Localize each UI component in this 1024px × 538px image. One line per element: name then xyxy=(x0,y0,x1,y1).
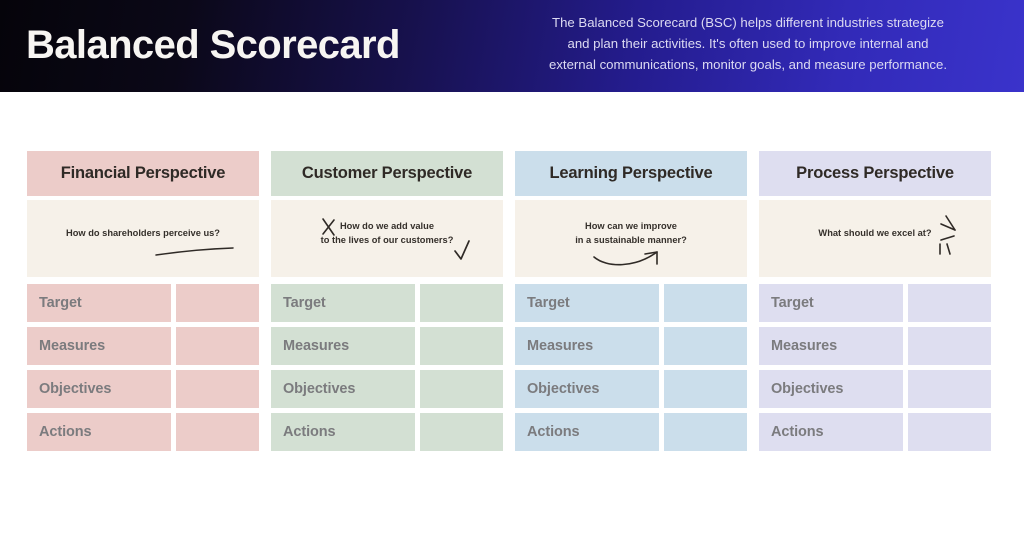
row-input-actions[interactable] xyxy=(664,413,747,451)
table-row: Target xyxy=(759,284,991,322)
table-row: Target xyxy=(515,284,747,322)
perspective-column-customer: Customer Perspective How do we add value… xyxy=(271,151,503,451)
row-label-target: Target xyxy=(271,284,415,322)
row-label-measures: Measures xyxy=(27,327,171,365)
table-row: Actions xyxy=(27,413,259,451)
row-label-measures: Measures xyxy=(515,327,659,365)
perspective-column-financial: Financial Perspective How do shareholder… xyxy=(27,151,259,451)
underline-stroke-icon xyxy=(155,247,234,256)
question-line-1: How can we improve xyxy=(585,221,677,231)
question-cell-process: What should we excel at? xyxy=(759,200,991,277)
question-line-1: What should we excel at? xyxy=(818,227,932,238)
question-text-financial: How do shareholders perceive us? xyxy=(52,227,234,241)
row-label-objectives: Objectives xyxy=(759,370,903,408)
row-label-objectives: Objectives xyxy=(27,370,171,408)
question-cell-customer: How do we add value to the lives of our … xyxy=(271,200,503,277)
row-input-objectives[interactable] xyxy=(664,370,747,408)
row-input-measures[interactable] xyxy=(420,327,503,365)
row-input-target[interactable] xyxy=(420,284,503,322)
row-input-objectives[interactable] xyxy=(176,370,259,408)
perspective-column-learning: Learning Perspective How can we improve … xyxy=(515,151,747,451)
row-stack-learning: Target Measures Objectives Actions xyxy=(515,284,747,451)
slide-canvas: Balanced Scorecard The Balanced Scorecar… xyxy=(0,0,1024,538)
row-stack-process: Target Measures Objectives Actions xyxy=(759,284,991,451)
table-row: Actions xyxy=(271,413,503,451)
row-input-target[interactable] xyxy=(908,284,991,322)
row-input-objectives[interactable] xyxy=(908,370,991,408)
row-label-target: Target xyxy=(27,284,171,322)
description-line-3: external communications, monitor goals, … xyxy=(548,57,947,72)
row-label-actions: Actions xyxy=(759,413,903,451)
table-row: Objectives xyxy=(759,370,991,408)
row-label-target: Target xyxy=(515,284,659,322)
scorecard-grid: Financial Perspective How do shareholder… xyxy=(27,151,997,451)
question-line-1: How do shareholders perceive us? xyxy=(66,227,220,238)
row-input-actions[interactable] xyxy=(420,413,503,451)
question-text-learning: How can we improve in a sustainable mann… xyxy=(561,220,701,247)
row-input-target[interactable] xyxy=(176,284,259,322)
row-label-measures: Measures xyxy=(271,327,415,365)
question-line-2: in a sustainable manner? xyxy=(575,234,687,245)
row-input-measures[interactable] xyxy=(176,327,259,365)
question-line-1: How do we add value xyxy=(339,221,434,231)
table-row: Target xyxy=(27,284,259,322)
title-banner: Balanced Scorecard The Balanced Scorecar… xyxy=(0,0,1024,92)
table-row: Objectives xyxy=(515,370,747,408)
question-text-customer: How do we add value to the lives of our … xyxy=(307,220,468,247)
column-header-process: Process Perspective xyxy=(759,151,991,196)
row-input-objectives[interactable] xyxy=(420,370,503,408)
question-cell-financial: How do shareholders perceive us? xyxy=(27,200,259,277)
row-label-target: Target xyxy=(759,284,903,322)
description-line-2: and plan their activities. It's often us… xyxy=(567,36,929,51)
table-row: Measures xyxy=(27,327,259,365)
column-header-learning: Learning Perspective xyxy=(515,151,747,196)
question-cell-learning: How can we improve in a sustainable mann… xyxy=(515,200,747,277)
page-title: Balanced Scorecard xyxy=(26,23,400,67)
description-line-1: The Balanced Scorecard (BSC) helps diffe… xyxy=(552,15,944,30)
table-row: Actions xyxy=(515,413,747,451)
row-input-measures[interactable] xyxy=(908,327,991,365)
row-input-target[interactable] xyxy=(664,284,747,322)
column-header-financial: Financial Perspective xyxy=(27,151,259,196)
table-row: Actions xyxy=(759,413,991,451)
table-row: Measures xyxy=(271,327,503,365)
question-line-2: to the lives of our customers? xyxy=(320,234,454,245)
table-row: Objectives xyxy=(271,370,503,408)
row-label-actions: Actions xyxy=(271,413,415,451)
row-label-actions: Actions xyxy=(27,413,171,451)
banner-description: The Balanced Scorecard (BSC) helps diffe… xyxy=(498,12,998,75)
table-row: Objectives xyxy=(27,370,259,408)
column-header-customer: Customer Perspective xyxy=(271,151,503,196)
row-label-objectives: Objectives xyxy=(515,370,659,408)
table-row: Measures xyxy=(759,327,991,365)
curved-arrow-icon xyxy=(593,251,658,266)
row-label-actions: Actions xyxy=(515,413,659,451)
row-stack-customer: Target Measures Objectives Actions xyxy=(271,284,503,451)
row-label-measures: Measures xyxy=(759,327,903,365)
row-input-actions[interactable] xyxy=(176,413,259,451)
row-label-objectives: Objectives xyxy=(271,370,415,408)
row-input-actions[interactable] xyxy=(908,413,991,451)
row-input-measures[interactable] xyxy=(664,327,747,365)
table-row: Measures xyxy=(515,327,747,365)
perspective-column-process: Process Perspective What should we excel… xyxy=(759,151,991,451)
question-text-process: What should we excel at? xyxy=(804,227,945,241)
row-stack-financial: Target Measures Objectives Actions xyxy=(27,284,259,451)
table-row: Target xyxy=(271,284,503,322)
